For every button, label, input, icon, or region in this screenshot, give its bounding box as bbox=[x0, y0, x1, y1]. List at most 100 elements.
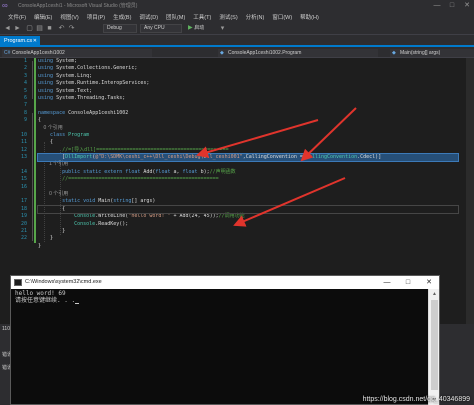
line-number: 15 bbox=[20, 176, 27, 183]
line-number bbox=[0, 191, 30, 198]
scroll-thumb[interactable] bbox=[431, 300, 438, 390]
tab-program-cs[interactable]: Program.cs ✕ bbox=[0, 36, 40, 47]
code-line: using System.Linq; bbox=[38, 73, 458, 80]
maximize-button[interactable]: □ bbox=[445, 0, 459, 11]
change-tracking-bar bbox=[34, 58, 36, 243]
redo-icon[interactable]: ↷ bbox=[67, 24, 76, 33]
back-icon[interactable]: ◄ bbox=[3, 24, 12, 33]
code-line: using System.Threading.Tasks; bbox=[38, 95, 458, 102]
code-token: using bbox=[38, 87, 57, 94]
codelens-reference[interactable]: 0 个引用 bbox=[38, 125, 458, 132]
code-token: + Add(24, 45)); bbox=[170, 213, 219, 220]
code-token: [] args) bbox=[131, 198, 156, 205]
close-tab-icon[interactable]: ✕ bbox=[33, 36, 37, 47]
codelens-reference[interactable]: 0 个引用 bbox=[38, 191, 458, 198]
code-token: System.Collections.Generic; bbox=[56, 65, 138, 72]
toolbar-extra-icon[interactable]: ▾ bbox=[218, 24, 227, 33]
title-bar: ∞ ConsoleApp1ceshi1 - Microsoft Visual S… bbox=[0, 0, 474, 11]
outline-margin bbox=[32, 113, 33, 241]
code-line: [DllImport(@"D:\SDMK\ceshi_c++\Dll_ceshi… bbox=[37, 153, 459, 163]
menu-view[interactable]: 视图(V) bbox=[56, 11, 82, 22]
menu-tools[interactable]: 工具(T) bbox=[189, 11, 215, 22]
open-folder-icon[interactable]: ▤ bbox=[35, 24, 44, 33]
code-line: using System.Runtime.InteropServices; bbox=[38, 80, 458, 87]
code-token: { bbox=[38, 205, 66, 212]
code-area[interactable]: using System; using System.Collections.Ge… bbox=[37, 58, 459, 250]
scroll-up-arrow[interactable]: ▲ bbox=[429, 289, 440, 299]
menu-test[interactable]: 测试(S) bbox=[215, 11, 241, 22]
code-token: float bbox=[182, 168, 201, 175]
menu-window[interactable]: 窗口(W) bbox=[268, 11, 296, 22]
code-line: //======================================… bbox=[38, 176, 458, 183]
code-line: { bbox=[38, 139, 458, 146]
console-minimize-button[interactable]: — bbox=[377, 276, 397, 289]
menu-file[interactable]: 文件(F) bbox=[4, 11, 30, 22]
console-title-bar[interactable]: C:\Windows\system32\cmd.exe — □ ✕ bbox=[11, 276, 439, 289]
solution-config-select[interactable]: Debug bbox=[103, 24, 137, 33]
menu-team[interactable]: 团队(M) bbox=[162, 11, 189, 22]
menu-build[interactable]: 生成(B) bbox=[109, 11, 135, 22]
code-line: class Program bbox=[38, 132, 458, 139]
console-close-button[interactable]: ✕ bbox=[419, 276, 439, 289]
console-window[interactable]: C:\Windows\system32\cmd.exe — □ ✕ hello … bbox=[10, 275, 440, 405]
line-number: 18 bbox=[20, 205, 27, 212]
project-label: ConsoleApp1ceshi1002 bbox=[12, 50, 65, 56]
menu-edit[interactable]: 编辑(E) bbox=[30, 11, 56, 22]
new-file-icon[interactable]: ▢ bbox=[25, 24, 34, 33]
code-line: { bbox=[38, 117, 458, 124]
save-icon[interactable]: ■ bbox=[45, 24, 54, 33]
code-token: System; bbox=[56, 58, 78, 64]
class-dropdown[interactable]: ◆ ConsoleApp1ceshi1002.Program bbox=[218, 49, 378, 57]
code-token: using bbox=[38, 65, 57, 72]
menu-project[interactable]: 项目(P) bbox=[83, 11, 109, 22]
code-token: } bbox=[38, 227, 66, 234]
code-token: CallingConvention bbox=[305, 154, 358, 161]
line-number: 1 bbox=[23, 58, 27, 64]
undo-icon[interactable]: ↶ bbox=[57, 24, 66, 33]
code-token: Add( bbox=[143, 168, 156, 175]
forward-icon[interactable]: ► bbox=[13, 24, 22, 33]
document-tab-strip: Program.cs ✕ bbox=[0, 36, 474, 47]
code-token: 0 个引用 bbox=[38, 191, 69, 198]
cmd-icon bbox=[14, 279, 22, 286]
member-dropdown[interactable]: ◆ Main(string[] args) bbox=[390, 49, 474, 57]
console-scrollbar[interactable]: ▲ ▼ bbox=[428, 289, 439, 405]
member-label: Main(string[] args) bbox=[400, 50, 441, 56]
solution-platform-select[interactable]: Any CPU bbox=[140, 24, 182, 33]
menu-analyze[interactable]: 分析(N) bbox=[242, 11, 269, 22]
code-line: public static extern float Add(float a, … bbox=[38, 169, 458, 176]
line-number: 11 bbox=[20, 139, 27, 146]
panel-label: 110 bbox=[2, 326, 10, 332]
toolbar: ◄ ► ▢ ▤ ■ ↶ ↷ Debug Any CPU ▶ 启动 ▾ bbox=[0, 22, 474, 35]
visual-studio-logo-icon: ∞ bbox=[2, 1, 8, 10]
code-token: "hello word! " bbox=[128, 213, 171, 220]
console-maximize-button[interactable]: □ bbox=[398, 276, 418, 289]
code-token: ConsoleApp1ceshi1002 bbox=[68, 109, 129, 116]
minimize-button[interactable]: — bbox=[430, 0, 444, 11]
code-token: //=[导入dll]==============================… bbox=[38, 146, 229, 153]
code-token: .WriteLine( bbox=[95, 213, 129, 220]
line-number: 21 bbox=[20, 227, 27, 234]
menu-debug[interactable]: 调试(D) bbox=[135, 11, 162, 22]
outline-margin bbox=[32, 61, 33, 99]
method-icon: ◆ bbox=[392, 50, 396, 56]
start-button[interactable]: ▶ 启动 bbox=[188, 24, 204, 33]
close-button[interactable]: ✕ bbox=[460, 0, 474, 11]
code-token: DllImport bbox=[65, 154, 93, 161]
editor-vertical-scrollbar[interactable] bbox=[466, 58, 474, 324]
line-number bbox=[0, 161, 30, 168]
menu-help[interactable]: 帮助(H) bbox=[296, 11, 323, 22]
console-title: C:\Windows\system32\cmd.exe bbox=[25, 279, 102, 285]
code-token: ,CallingConvention = bbox=[242, 154, 306, 161]
code-token: { bbox=[38, 117, 42, 124]
console-prompt-text: 请按任意键继续. . . bbox=[15, 297, 76, 304]
code-token: } bbox=[38, 242, 42, 249]
code-token: System.Linq; bbox=[56, 72, 93, 79]
console-output: hello word! 69 请按任意键继续. . . bbox=[11, 289, 429, 405]
codelens-reference[interactable]: 1 个引用 bbox=[38, 161, 458, 168]
class-label: ConsoleApp1ceshi1002.Program bbox=[228, 50, 302, 56]
project-dropdown[interactable]: C# ConsoleApp1ceshi1002 bbox=[2, 49, 152, 57]
